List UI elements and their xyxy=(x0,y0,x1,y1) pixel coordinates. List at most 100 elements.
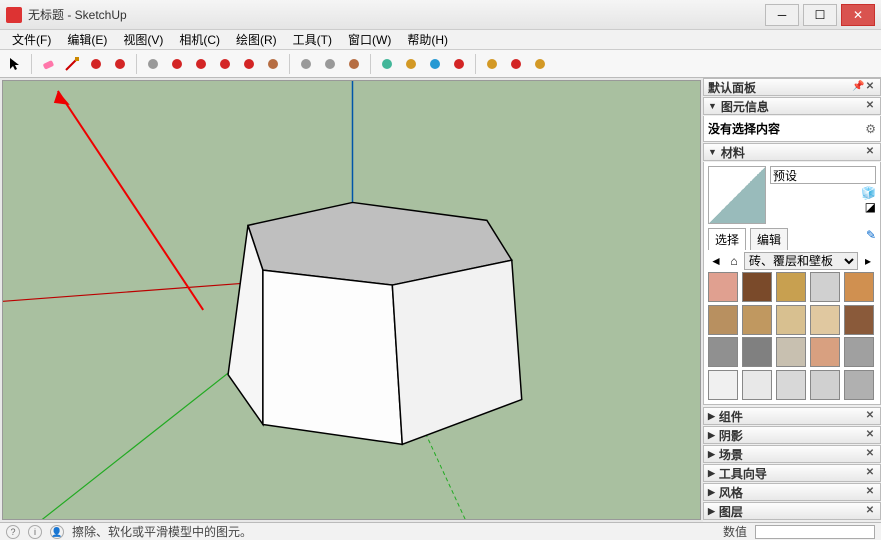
offset-tool[interactable] xyxy=(166,53,188,75)
minimize-button[interactable]: ─ xyxy=(765,4,799,26)
tray-header[interactable]: ▶工具向导✕ xyxy=(703,464,881,482)
pan-tool[interactable] xyxy=(400,53,422,75)
tab-select[interactable]: 选择 xyxy=(708,228,746,250)
material-swatch[interactable] xyxy=(844,370,874,400)
material-swatch[interactable] xyxy=(742,305,772,335)
menu-view[interactable]: 视图(V) xyxy=(115,29,171,50)
side-panels: 默认面板 📌 ✕ ▼ 图元信息 ✕ 没有选择内容 ⚙ ▼ 材料 ✕ xyxy=(703,78,881,522)
material-swatch[interactable] xyxy=(810,370,840,400)
entity-info-header[interactable]: ▼ 图元信息 ✕ xyxy=(703,97,881,115)
menu-file[interactable]: 文件(F) xyxy=(4,29,59,50)
menu-camera[interactable]: 相机(C) xyxy=(171,29,228,50)
zoom-tool[interactable] xyxy=(424,53,446,75)
text-tool[interactable] xyxy=(319,53,341,75)
material-swatch[interactable] xyxy=(844,272,874,302)
extwarehouse-tool[interactable] xyxy=(505,53,527,75)
home-icon[interactable]: ⌂ xyxy=(726,253,742,269)
close-button[interactable]: ✕ xyxy=(841,4,875,26)
rotate-tool[interactable] xyxy=(214,53,236,75)
material-name-input[interactable] xyxy=(770,166,876,184)
close-panel-icon[interactable]: ✕ xyxy=(864,505,876,517)
material-swatch[interactable] xyxy=(742,337,772,367)
menu-draw[interactable]: 绘图(R) xyxy=(228,29,285,50)
scene-svg xyxy=(3,81,700,519)
material-swatch[interactable] xyxy=(742,370,772,400)
close-panel-icon[interactable]: ✕ xyxy=(864,410,876,422)
main-area: 默认面板 📌 ✕ ▼ 图元信息 ✕ 没有选择内容 ⚙ ▼ 材料 ✕ xyxy=(0,78,881,522)
menubar: 文件(F) 编辑(E) 视图(V) 相机(C) 绘图(R) 工具(T) 窗口(W… xyxy=(0,30,881,50)
pin-icon[interactable]: 📌 xyxy=(852,81,864,93)
tray-header[interactable]: ▶组件✕ xyxy=(703,407,881,425)
tray-title: 场景 xyxy=(719,446,743,463)
tray-title: 图层 xyxy=(719,503,743,520)
warehouse-tool[interactable] xyxy=(481,53,503,75)
materials-header[interactable]: ▼ 材料 ✕ xyxy=(703,143,881,161)
user-icon[interactable]: 👤 xyxy=(50,525,64,539)
default-tray-header[interactable]: 默认面板 📌 ✕ xyxy=(703,78,881,96)
material-swatch[interactable] xyxy=(776,337,806,367)
eraser-tool[interactable] xyxy=(37,53,59,75)
eyedropper-icon[interactable]: ✎ xyxy=(866,228,876,250)
tray-header[interactable]: ▶图层✕ xyxy=(703,502,881,520)
menu-tools[interactable]: 工具(T) xyxy=(285,29,340,50)
menu-edit[interactable]: 编辑(E) xyxy=(59,29,115,50)
close-panel-icon[interactable]: ✕ xyxy=(864,467,876,479)
material-swatch[interactable] xyxy=(708,370,738,400)
tray-title: 风格 xyxy=(719,484,743,501)
material-swatch[interactable] xyxy=(810,305,840,335)
viewport-3d[interactable] xyxy=(2,80,701,520)
tray-title: 阴影 xyxy=(719,427,743,444)
material-swatch[interactable] xyxy=(708,272,738,302)
tab-edit[interactable]: 编辑 xyxy=(750,228,788,250)
tray-header[interactable]: ▶风格✕ xyxy=(703,483,881,501)
select-tool[interactable] xyxy=(4,53,26,75)
expand-icon: ▶ xyxy=(708,430,715,441)
material-swatch[interactable] xyxy=(844,337,874,367)
close-panel-icon[interactable]: ✕ xyxy=(864,448,876,460)
create-material-icon[interactable]: 🧊 xyxy=(861,186,876,200)
zoomext-tool[interactable] xyxy=(448,53,470,75)
shape-tool[interactable] xyxy=(109,53,131,75)
orbit-tool[interactable] xyxy=(376,53,398,75)
material-category-select[interactable]: 砖、覆层和壁板 xyxy=(744,252,858,270)
material-swatch[interactable] xyxy=(776,370,806,400)
material-swatch[interactable] xyxy=(708,337,738,367)
tape-tool[interactable] xyxy=(295,53,317,75)
measure-value[interactable] xyxy=(755,525,875,539)
set-default-icon[interactable]: ◪ xyxy=(865,200,876,214)
material-swatch[interactable] xyxy=(844,305,874,335)
back-icon[interactable]: ◄ xyxy=(708,253,724,269)
annotation-arrowhead xyxy=(54,91,70,105)
maximize-button[interactable]: ☐ xyxy=(803,4,837,26)
close-tray-icon[interactable]: ✕ xyxy=(864,81,876,93)
material-swatch[interactable] xyxy=(742,272,772,302)
scale-tool[interactable] xyxy=(238,53,260,75)
followme-tool[interactable] xyxy=(262,53,284,75)
move-tool[interactable] xyxy=(190,53,212,75)
info-tool-icon[interactable]: ⚙ xyxy=(865,122,876,136)
menu-help[interactable]: 帮助(H) xyxy=(399,29,456,50)
material-swatch[interactable] xyxy=(776,305,806,335)
close-panel-icon[interactable]: ✕ xyxy=(864,146,876,158)
layout-tool[interactable] xyxy=(529,53,551,75)
material-swatch[interactable] xyxy=(776,272,806,302)
menu-icon[interactable]: ▸ xyxy=(860,253,876,269)
arc-tool[interactable] xyxy=(85,53,107,75)
paint-tool[interactable] xyxy=(343,53,365,75)
close-panel-icon[interactable]: ✕ xyxy=(864,486,876,498)
material-swatch[interactable] xyxy=(810,337,840,367)
info-icon[interactable]: i xyxy=(28,525,42,539)
tray-header[interactable]: ▶ 场景 ✕ xyxy=(703,445,881,463)
line-tool[interactable] xyxy=(61,53,83,75)
titlebar: 无标题 - SketchUp ─ ☐ ✕ xyxy=(0,0,881,30)
material-preview-thumb[interactable] xyxy=(708,166,766,224)
pushpull-tool[interactable] xyxy=(142,53,164,75)
menu-window[interactable]: 窗口(W) xyxy=(340,29,399,50)
expand-icon: ▶ xyxy=(708,449,715,460)
tray-header[interactable]: ▶ 阴影 ✕ xyxy=(703,426,881,444)
close-panel-icon[interactable]: ✕ xyxy=(864,100,876,112)
material-swatch[interactable] xyxy=(810,272,840,302)
material-swatch[interactable] xyxy=(708,305,738,335)
help-icon[interactable]: ? xyxy=(6,525,20,539)
close-panel-icon[interactable]: ✕ xyxy=(864,429,876,441)
